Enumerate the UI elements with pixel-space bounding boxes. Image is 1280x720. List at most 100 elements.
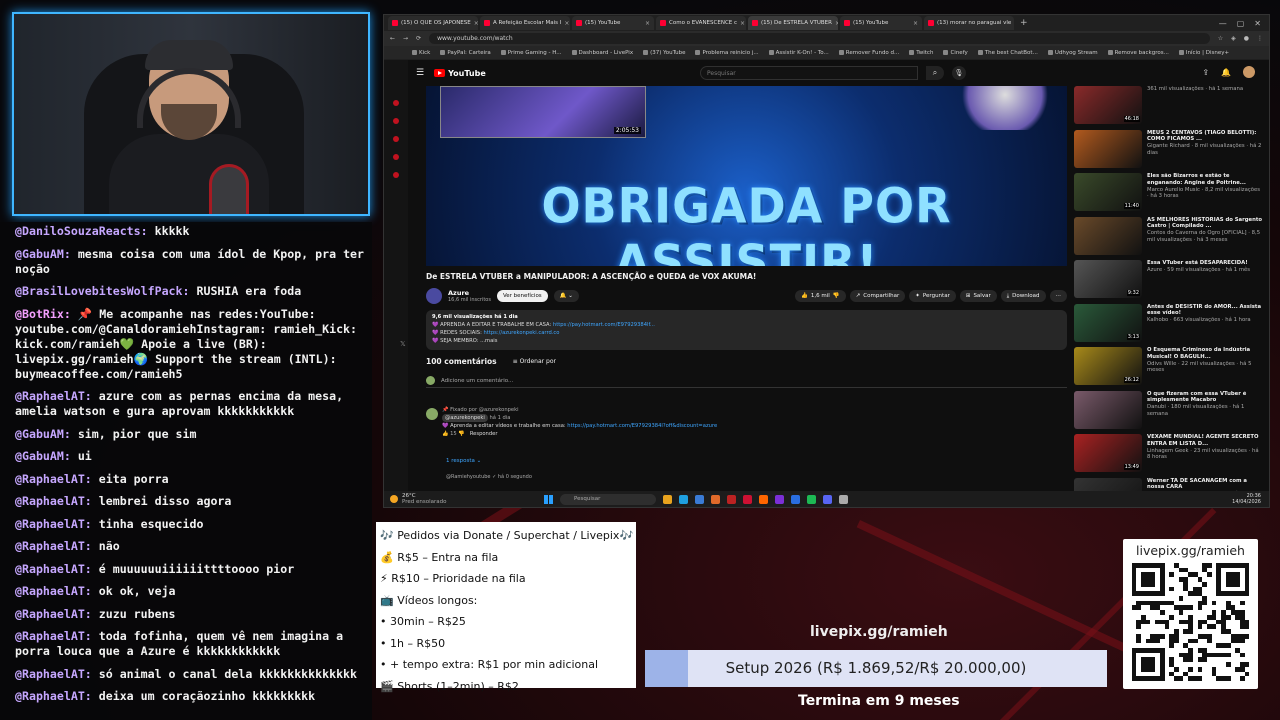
youtube-app-icon[interactable] <box>743 494 752 504</box>
bookmark-item[interactable]: Dashboard - LivePix <box>571 49 633 56</box>
commenter-avatar[interactable] <box>426 408 438 420</box>
upload-icon[interactable]: ⇪ <box>1202 68 1209 77</box>
video-player[interactable]: 2:05:53 OBRIGADA POR ASSISTIR! <box>426 86 1067 266</box>
voice-search-icon[interactable]: 🎙 <box>952 66 966 80</box>
system-clock[interactable]: 20:36 14/04/2026 <box>1232 493 1261 505</box>
chat-username[interactable]: @BotRix: <box>15 307 71 321</box>
bookmark-item[interactable]: The best ChatBot... <box>977 49 1038 56</box>
recommended-thumbnail[interactable]: 26:12 <box>1074 347 1142 385</box>
browser-tab[interactable]: (15) YouTube × <box>572 16 654 30</box>
tab-close-icon[interactable]: × <box>835 20 838 27</box>
chat-username[interactable]: @RaphaelAT: <box>15 562 92 576</box>
recommended-thumbnail[interactable]: 46:18 <box>1074 86 1142 124</box>
like-button[interactable]: 👍 1,6 mil 👎 <box>795 290 846 302</box>
discord-icon[interactable] <box>823 494 832 504</box>
bookmark-item[interactable]: Assistir K-On! - To... <box>768 49 829 56</box>
search-input[interactable]: Pesquisar <box>700 66 918 80</box>
ask-button[interactable]: ✦ Perguntar <box>909 290 956 302</box>
tab-close-icon[interactable]: × <box>564 20 569 27</box>
steam-icon[interactable] <box>839 494 848 504</box>
browser-tab[interactable]: (15) YouTube × <box>840 16 922 30</box>
app-icon[interactable] <box>791 494 800 504</box>
chat-username[interactable]: @RaphaelAT: <box>15 667 92 681</box>
url-field[interactable]: www.youtube.com/watch <box>429 33 1210 44</box>
chat-username[interactable]: @RaphaelAT: <box>15 472 92 486</box>
file-explorer-icon[interactable] <box>663 494 672 504</box>
bookmark-item[interactable]: Udhyog Stream <box>1047 49 1098 56</box>
twitch-icon[interactable] <box>775 494 784 504</box>
chat-username[interactable]: @RaphaelAT: <box>15 389 92 403</box>
recommended-thumbnail[interactable]: 3:13 <box>1074 303 1142 342</box>
recommended-thumbnail[interactable] <box>1074 216 1142 255</box>
browser-tab[interactable]: (15) O QUE OS JAPONESE × <box>388 16 478 30</box>
chat-username[interactable]: @RaphaelAT: <box>15 629 92 643</box>
save-button[interactable]: ⊞ Salvar <box>959 290 997 302</box>
edge-icon[interactable] <box>679 494 688 504</box>
chat-username[interactable]: @RaphaelAT: <box>15 494 92 508</box>
spotify-icon[interactable] <box>807 494 816 504</box>
recommended-title[interactable]: Eles são Bizarros e estão te enganando: … <box>1147 173 1263 187</box>
recommended-title[interactable]: VEXAME MUNDIAL! AGENTE SECRETO ENTRA EM … <box>1147 434 1263 448</box>
chat-username[interactable]: @RaphaelAT: <box>15 607 92 621</box>
minimize-icon[interactable]: — <box>1219 19 1227 28</box>
bookmark-item[interactable]: Kick <box>412 49 430 56</box>
recommended-thumbnail[interactable]: 13:49 <box>1074 434 1142 472</box>
back-icon[interactable]: ← <box>390 35 395 42</box>
sidebar-x-icon[interactable]: 𝕏 <box>400 340 406 348</box>
comment-link[interactable]: https://pay.hotmart.com/E97929384l?off&d… <box>567 423 717 429</box>
reply-button[interactable]: Responder <box>470 431 498 437</box>
recommended-title[interactable]: Antes de DESISTIR do AMOR... Assista ess… <box>1147 304 1263 318</box>
browser-tab[interactable]: A Refeição Escolar Mais I × <box>480 16 570 30</box>
more-actions-button[interactable]: ⋯ <box>1049 290 1067 302</box>
dislike-icon[interactable]: 👎 <box>833 293 840 299</box>
chat-username[interactable]: @BrasilLovebitesWolfPack: <box>15 284 190 298</box>
recommended-title[interactable]: O Esquema Criminoso da Indústria Musical… <box>1147 347 1263 361</box>
comment-dislike-icon[interactable]: 👎 <box>458 431 464 437</box>
browser-tab[interactable]: Como o EVANESCENCE c × <box>656 16 746 30</box>
comment-author[interactable]: @azurekonpeki <box>442 414 488 422</box>
benefits-button[interactable]: Ver benefícios <box>496 290 548 302</box>
recommended-title[interactable]: AS MELHORES HISTÓRIAS do Sargento Castro… <box>1147 217 1263 231</box>
share-button[interactable]: ↗ Compartilhar <box>849 290 906 302</box>
recommended-video[interactable]: AS MELHORES HISTÓRIAS do Sargento Castro… <box>1074 216 1263 257</box>
recommended-title[interactable]: Essa VTuber está DESAPARECIDA! <box>1147 260 1263 267</box>
start-icon[interactable] <box>544 494 553 504</box>
taskbar-search-input[interactable]: Pesquisar <box>560 493 656 505</box>
recommended-video[interactable]: 12:51 Werner TÁ DE SACANAGEM com a nossa … <box>1074 477 1263 491</box>
recommended-thumbnail[interactable] <box>1074 129 1142 168</box>
chat-username[interactable]: @RaphaelAT: <box>15 539 92 553</box>
search-icon[interactable]: ⌕ <box>926 66 944 80</box>
bookmark-item[interactable]: Twitch <box>909 49 933 56</box>
bookmark-item[interactable]: Remover Fundo d... <box>838 49 899 56</box>
forward-icon[interactable]: → <box>403 35 408 42</box>
notifications-icon[interactable]: 🔔 <box>1221 68 1231 77</box>
recommended-video[interactable]: 13:49 VEXAME MUNDIAL! AGENTE SECRETO ENTR… <box>1074 434 1263 474</box>
maximize-icon[interactable]: ▢ <box>1237 19 1245 28</box>
weather-widget[interactable]: 26°C Pred ensolarado <box>390 493 446 505</box>
new-tab-button[interactable]: + <box>1016 18 1032 28</box>
menu-icon[interactable]: ⋮ <box>1257 35 1263 42</box>
recommended-video[interactable]: 26:12 O Esquema Criminoso da Indústria Mu… <box>1074 347 1263 387</box>
browser-tab[interactable]: (15) De ESTRELA VTUBER × <box>748 16 838 30</box>
chat-username[interactable]: @RaphaelAT: <box>15 689 92 703</box>
bookmark-item[interactable]: (37) YouTube <box>643 49 685 56</box>
description-more[interactable]: ...mais <box>480 338 497 344</box>
add-comment-input[interactable]: Adicione um comentário... <box>426 376 1067 388</box>
recommended-video[interactable]: 11:40 Eles são Bizarros e estão te engana… <box>1074 173 1263 213</box>
bookmark-item[interactable]: Problema reinicio j... <box>695 49 759 56</box>
opera-icon[interactable] <box>727 494 736 504</box>
bookmark-item[interactable]: PayPal: Carteira <box>440 49 491 56</box>
browser-tab[interactable]: (13) morar no paraguai vle× <box>924 16 1014 30</box>
bookmark-item[interactable]: Remove backgros... <box>1107 49 1169 56</box>
description-box[interactable]: 9,6 mil visualizações há 1 dia 💜 APRENDA… <box>426 310 1067 350</box>
recommended-video[interactable]: 46:18 361 mil visualizações · há 1 semana <box>1074 86 1263 126</box>
bookmark-item[interactable]: Início | Disney+ <box>1178 49 1229 56</box>
endscreen-video-thumbnail[interactable]: 2:05:53 <box>440 86 646 138</box>
recommended-thumbnail[interactable] <box>1074 390 1142 429</box>
tab-close-icon[interactable]: × <box>645 20 650 27</box>
recommended-title[interactable]: MEUS 2 CENTAVOS (TIAGO BELOTTI): COMO FI… <box>1147 130 1263 144</box>
store-icon[interactable] <box>695 494 704 504</box>
chat-username[interactable]: @DaniloSouzaReacts: <box>15 224 148 238</box>
chat-username[interactable]: @RaphaelAT: <box>15 517 92 531</box>
chat-username[interactable]: @GabuAM: <box>15 427 71 441</box>
